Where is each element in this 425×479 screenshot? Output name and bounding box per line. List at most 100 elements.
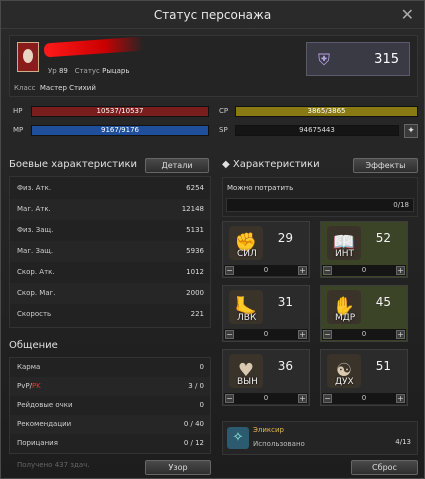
plus-button[interactable]: + [298,266,307,275]
social-row: Рекомендации 0 / 40 [10,415,210,434]
plus-button[interactable]: + [396,330,405,339]
plus-button[interactable]: + [396,394,405,403]
stat-label: Маг. Атк. [17,205,51,213]
plus-button[interactable]: + [298,330,307,339]
stat-label: Физ. Защ. [17,226,54,234]
crest-icon [17,42,39,72]
stat-name: ВЫН [237,377,258,387]
elixir-used-value: 4/13 [395,438,411,446]
window-title: Статус персонажа [1,1,424,29]
stat-value: 45 [375,295,391,309]
stat-cell-1: ✊ СИЛ 29 0− + [222,221,310,278]
pvp-label: PvP/ [17,382,32,390]
sp-value: 94675443 [235,125,399,136]
social-row: Порицания 0 / 12 [10,434,210,453]
social-panel: Карма 0 PvP/PK 3 / 0 Рейдовые очки 0 Рекоменда… [9,357,211,454]
effects-button[interactable]: Эффекты [353,158,418,173]
pk-label: PK [31,382,41,390]
minus-button[interactable]: − [225,330,234,339]
social-label: Рейдовые очки [17,401,73,409]
mp-bar: 9167/9176 [31,125,209,136]
combat-stat-row: Физ. Защ. 5131 [10,220,210,241]
stat-stepper: 0 − + [322,393,406,404]
minus-button[interactable]: − [225,266,234,275]
social-label: Рекомендации [17,420,72,428]
combat-stat-row: Скор. Атк. 1012 [10,262,210,283]
character-status-window: Статус персонажа ✕ Ур 89 Статус Рыцарь К… [0,0,425,479]
social-value: 0 [199,363,204,371]
close-icon[interactable]: ✕ [401,5,414,25]
stat-value: 31 [277,295,293,309]
social-value: 3 / 0 [188,382,204,390]
stat-value: 6254 [186,184,204,192]
stat-points: 0 [361,394,367,402]
stat-points: 0 [361,330,367,338]
stat-stepper: 0 − + [224,393,308,404]
stat-points: 0 [263,330,269,338]
stat-value: 51 [375,359,391,373]
stat-label: Скорость [17,310,52,318]
social-value: 0 / 12 [183,439,204,447]
combat-stat-row: Физ. Атк. 6254 [10,178,210,199]
fame-box: ⛨ 315 [306,42,410,76]
social-row: Карма 0 [10,358,210,377]
elixir-box: ✧ Эликсир Использовано 4/13 [222,421,418,455]
stat-value: 12148 [181,205,204,213]
resource-bars: HP 10537/10537 MP 9167/9176 CP 3865/3865… [9,105,418,149]
mp-label: MP [13,126,24,134]
elixir-icon: ✧ [227,427,249,449]
redacted-name [43,36,145,58]
stat-label: Скор. Атк. [17,268,55,276]
stat-cell-3: 🦶 ЛВК 31 0− + [222,285,310,342]
stat-cell-6: ☯ ДУХ 51 0− + [320,349,408,406]
elixir-title: Эликсир [253,426,284,434]
stat-value: 36 [277,359,293,373]
stat-value: 221 [190,310,204,318]
cp-bar: 3865/3865 [235,106,418,117]
stat-points: 0 [361,266,367,274]
stat-name: ЛВК [237,313,257,323]
stat-cell-2: 📖 ИНТ 52 0− + [320,221,408,278]
view-button[interactable]: Узор [145,460,211,475]
combat-stats-panel: Физ. Атк. 6254 Маг. Атк. 12148 Физ. Защ. 5131… [9,176,211,328]
stat-points: 0 [263,266,269,274]
stat-name: СИЛ [237,249,257,259]
social-row: Рейдовые очки 0 [10,396,210,415]
social-title: Общение [9,340,58,351]
stat-label: Физ. Атк. [17,184,52,192]
stat-name: ИНТ [335,249,354,259]
sp-label: SP [219,126,228,134]
character-header: Ур 89 Статус Рыцарь Класс Мастер Стихий … [9,35,418,97]
stat-cell-5: ♥ ВЫН 36 0− + [222,349,310,406]
minus-button[interactable]: − [323,330,332,339]
stat-stepper: 0 − + [322,265,406,276]
combat-stat-row: Маг. Атк. 12148 [10,199,210,220]
stat-value: 29 [277,231,293,245]
combat-stat-row: Скорость 221 [10,304,210,325]
stats-title: ◆ Характеристики [222,159,320,170]
stat-value: 1012 [186,268,204,276]
reset-button[interactable]: Сброс [351,460,418,475]
stat-name: МДР [335,313,356,323]
class-line: Класс Мастер Стихий [14,84,96,92]
details-button[interactable]: Детали [145,158,209,173]
elixir-used-label: Использовано [253,440,305,448]
plus-button[interactable]: + [298,394,307,403]
social-value: 0 / 40 [183,420,204,428]
spend-points-box: Можно потратить 0/18 [222,177,418,217]
plus-button[interactable]: + [396,266,405,275]
minus-button[interactable]: − [323,394,332,403]
stats-diamond-icon: ◆ [222,159,230,170]
stat-value: 5131 [186,226,204,234]
fame-value: 315 [374,52,399,67]
sp-action-button[interactable]: ✦ [404,124,418,138]
minus-button[interactable]: − [323,266,332,275]
combat-stat-row: Маг. Защ. 5936 [10,241,210,262]
minus-button[interactable]: − [225,394,234,403]
stat-stepper: 0 − + [224,329,308,340]
social-label: PvP/PK [17,377,41,396]
level-status-line: Ур 89 Статус Рыцарь [48,67,130,75]
social-row: PvP/PK 3 / 0 [10,377,210,396]
stat-label: Маг. Защ. [17,247,54,255]
stat-value: 2000 [186,289,204,297]
